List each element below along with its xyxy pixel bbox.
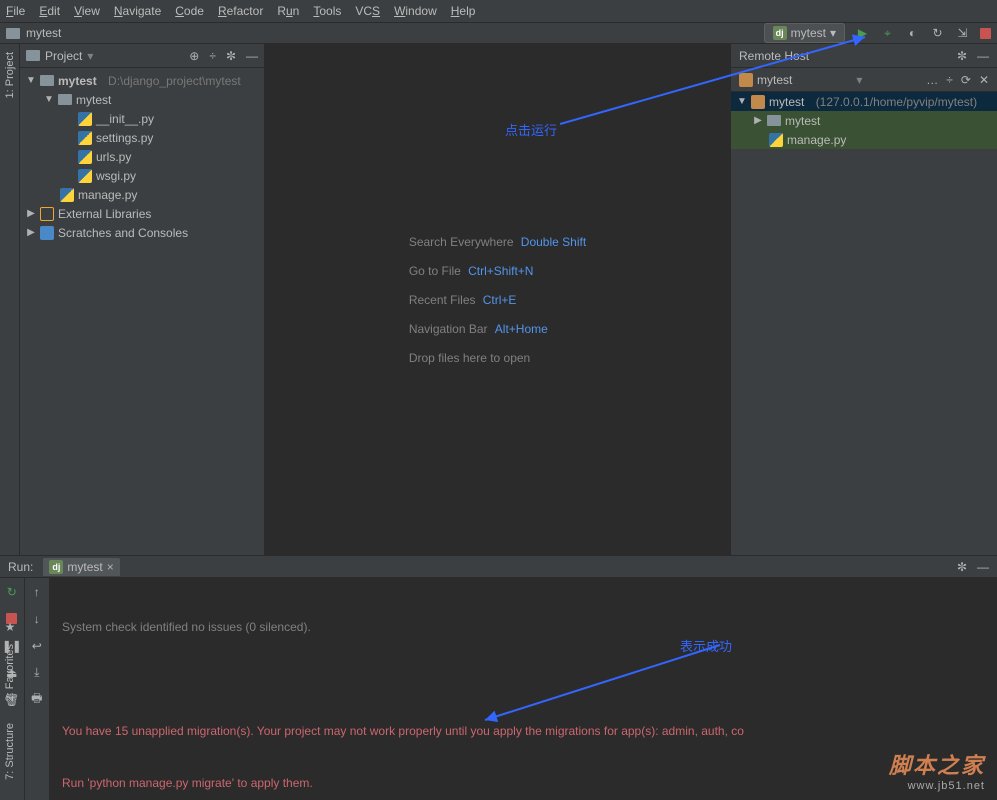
close-icon[interactable]: × [107,560,114,574]
locate-icon[interactable]: ⊕ [189,49,199,63]
run-output[interactable]: System check identified no issues (0 sil… [50,578,997,800]
menu-bar: File Edit View Navigate Code Refactor Ru… [0,0,997,22]
gear-icon[interactable]: ✼ [957,49,967,63]
wrap-icon[interactable]: ↩ [29,638,44,653]
gutter-structure[interactable]: 7: Structure [4,719,16,784]
close-icon[interactable]: ✕ [979,73,989,87]
remote-host-panel: Remote Host ✼ — mytest ▾ … ÷ ⟳ ✕ ▼mytest… [730,44,997,555]
menu-view[interactable]: View [74,4,100,18]
minimize-icon[interactable]: — [977,560,989,574]
gutter-favorites[interactable]: 2: Favorites [4,640,16,705]
python-file-icon [78,150,92,164]
run-tab[interactable]: dj mytest × [43,558,119,576]
project-tree[interactable]: ▼mytest D:\django_project\mytest ▼mytest… [20,68,264,555]
menu-edit[interactable]: Edit [39,4,60,18]
run-button[interactable]: ▶ [855,26,870,41]
more-icon[interactable]: … [926,73,938,87]
editor-hints: Search Everywhere Double Shift Go to Fil… [409,220,586,379]
menu-vcs[interactable]: VCS [355,4,380,18]
collapse-icon[interactable]: ÷ [946,73,953,87]
django-icon: dj [49,560,63,574]
folder-icon [6,28,20,39]
menu-help[interactable]: Help [451,4,476,18]
library-icon [40,207,54,221]
nav-bar: mytest dj mytest ▾ ▶ ⌖ ◐ ↻ ⇲ [0,22,997,44]
down-icon[interactable]: ↓ [29,611,44,626]
django-icon: dj [773,26,787,40]
menu-window[interactable]: Window [394,4,437,18]
collapse-icon[interactable]: ÷ [209,49,216,63]
scroll-icon[interactable]: ⤓ [29,665,44,680]
gear-icon[interactable]: ✼ [957,560,967,574]
menu-tools[interactable]: Tools [313,4,341,18]
run-panel: Run: dj mytest × ✼ — ↻ ❚❚ ⏏ 🗑 ↑ ↓ ↩ [0,555,997,800]
project-panel: Project ▾ ⊕ ÷ ✼ — ▼mytest D:\django_proj… [20,44,265,555]
python-file-icon [60,188,74,202]
run-label: Run: [8,560,33,574]
profile-button[interactable]: ↻ [930,26,945,41]
stop-button[interactable] [980,28,991,39]
debug-button[interactable]: ⌖ [880,26,895,41]
python-file-icon [78,112,92,126]
watermark: 脚本之家 www.jb51.net [889,748,985,792]
editor-area[interactable]: Search Everywhere Double Shift Go to Fil… [265,44,730,555]
left-tool-gutter: 1: Project [0,44,20,555]
chevron-down-icon: ▾ [830,26,836,40]
run-config-selector[interactable]: dj mytest ▾ [764,23,845,43]
server-icon [739,73,753,87]
menu-refactor[interactable]: Refactor [218,4,263,18]
gear-icon[interactable]: ✼ [226,49,236,63]
python-file-icon [78,169,92,183]
breadcrumb[interactable]: mytest [26,26,61,40]
print-icon[interactable]: 🖶 [29,692,44,707]
minimize-icon[interactable]: — [246,49,258,63]
coverage-button[interactable]: ◐ [905,26,920,41]
scratch-icon [40,226,54,240]
minimize-icon[interactable]: — [977,49,989,63]
gutter-project[interactable]: 1: Project [4,48,16,102]
python-file-icon [78,131,92,145]
up-icon[interactable]: ↑ [29,584,44,599]
folder-icon [26,50,40,61]
rerun-icon[interactable]: ↻ [4,584,19,599]
menu-code[interactable]: Code [175,4,204,18]
menu-navigate[interactable]: Navigate [114,4,161,18]
remote-tree[interactable]: ▼mytest (127.0.0.1/home/pyvip/mytest) ▶m… [731,92,997,555]
menu-file[interactable]: File [6,4,25,18]
panel-title: Project [45,49,82,63]
attach-button[interactable]: ⇲ [955,26,970,41]
menu-run[interactable]: Run [277,4,299,18]
remote-title: Remote Host [739,49,809,63]
refresh-icon[interactable]: ⟳ [961,73,971,87]
